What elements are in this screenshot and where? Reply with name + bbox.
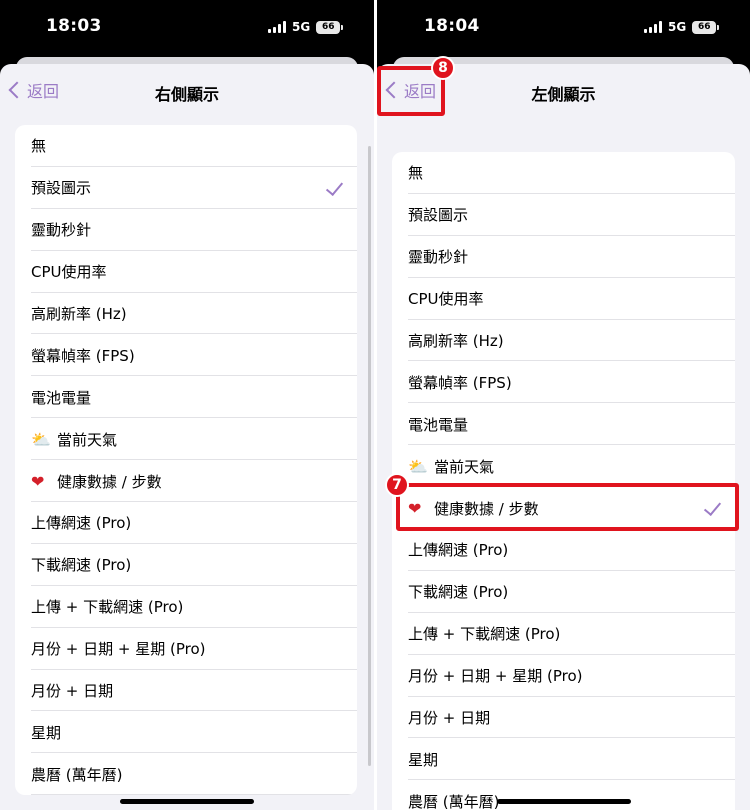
list-item[interactable]: ⛅ 當前天氣	[15, 418, 357, 461]
list-item-label: 月份 + 日期	[31, 682, 114, 701]
list-item[interactable]: 下載網速 (Pro)	[392, 571, 735, 613]
list-item-label: 健康數據 / 步數	[57, 472, 162, 491]
list-item[interactable]: ⛅ 當前天氣	[392, 445, 735, 488]
list-item-label: 高刷新率 (Hz)	[408, 332, 504, 350]
list-item[interactable]: 星期	[392, 738, 735, 781]
heart-icon: ❤	[31, 471, 45, 491]
home-indicator[interactable]	[120, 799, 254, 804]
list-item[interactable]: 靈動秒針	[15, 209, 357, 251]
scrollbar[interactable]	[368, 146, 371, 766]
list-item[interactable]: 農曆 (萬年曆)	[15, 753, 357, 796]
list-item[interactable]: 預設圖示	[15, 167, 357, 209]
checkmark-icon	[325, 177, 344, 196]
list-item-label: 螢幕幀率 (FPS)	[408, 373, 512, 392]
home-indicator[interactable]	[496, 799, 631, 804]
option-list: 無預設圖示靈動秒針 CPU使用率高刷新率 (Hz) 螢幕幀率 (FPS) 電池電量 ⛅ 當…	[15, 125, 357, 796]
list-item[interactable]: 下載網速 (Pro)	[15, 544, 357, 586]
sun-cloud-icon: ⛅	[408, 456, 428, 476]
list-item[interactable]: 月份 + 日期 + 星期 (Pro)	[15, 628, 357, 670]
page-title: 右側顯示	[154, 85, 219, 104]
list-item-label: 靈動秒針	[408, 248, 469, 267]
list-item-label: 電池電量	[408, 415, 469, 434]
option-list: 無預設圖示靈動秒針 CPU使用率高刷新率 (Hz) 螢幕幀率 (FPS) 電池電量 ⛅ 當…	[392, 152, 735, 810]
network-type: 5G	[292, 20, 311, 34]
list-item[interactable]: 上傳 + 下載網速 (Pro)	[15, 586, 357, 628]
heart-icon: ❤	[408, 498, 422, 518]
list-item-label: 月份 + 日期	[408, 709, 491, 728]
list-item[interactable]: 螢幕幀率 (FPS)	[15, 334, 357, 377]
list-item-label: 健康數據 / 步數	[434, 499, 539, 518]
list-item[interactable]: ❤ 健康數據 / 步數	[392, 487, 735, 529]
list-item-label: 預設圖示	[31, 179, 92, 198]
status-bar: 18:03 5G 66	[0, 0, 374, 58]
list-item-label: 星期	[31, 723, 62, 742]
list-item-label: 上傳 + 下載網速 (Pro)	[408, 625, 561, 644]
battery-level: 66	[692, 20, 717, 34]
list-item[interactable]: 上傳 + 下載網速 (Pro)	[392, 613, 735, 655]
list-item-label: 預設圖示	[408, 206, 469, 225]
list-item-label: 無	[31, 137, 47, 156]
list-item[interactable]: 高刷新率 (Hz)	[15, 293, 357, 335]
status-time: 18:03	[46, 16, 102, 36]
list-item-label: 星期	[408, 750, 439, 769]
list-item-label: 上傳 + 下載網速 (Pro)	[31, 598, 184, 617]
phone-screen-right: 18:04 5G 66 返回 左側顯示 無預設圖示 靈動秒針 CPU使用率 高刷新率 …	[377, 0, 750, 810]
list-item-label: 月份 + 日期 + 星期 (Pro)	[31, 640, 206, 659]
status-time: 18:04	[424, 16, 480, 36]
list-item-label: 電池電量	[31, 388, 92, 407]
list-item[interactable]: 靈動秒針	[392, 236, 735, 278]
list-item-label: CPU使用率	[408, 290, 484, 309]
list-item[interactable]: 月份 + 日期 + 星期 (Pro)	[392, 655, 735, 697]
list-item-label: 農曆 (萬年曆)	[408, 792, 500, 810]
network-type: 5G	[668, 20, 687, 34]
list-item-label: 下載網速 (Pro)	[31, 556, 132, 575]
battery-icon: 66	[316, 20, 344, 34]
list-item-label: 高刷新率 (Hz)	[31, 305, 127, 323]
list-item[interactable]: 星期	[15, 711, 357, 754]
list-item-label: 當前天氣	[434, 457, 495, 476]
list-item[interactable]: CPU使用率	[392, 278, 735, 320]
step-badge-row: 7	[385, 473, 409, 497]
page-title: 左側顯示	[531, 85, 596, 104]
list-item[interactable]: ❤ 健康數據 / 步數	[15, 460, 357, 502]
settings-sheet: 返回 左側顯示 無預設圖示 靈動秒針 CPU使用率 高刷新率 (Hz) 螢幕幀率 (FP…	[377, 64, 750, 810]
sun-cloud-icon: ⛅	[31, 429, 51, 449]
list-item-label: 月份 + 日期 + 星期 (Pro)	[408, 667, 583, 686]
list-item-label: 無	[408, 164, 424, 183]
list-item-label: CPU使用率	[31, 263, 107, 282]
phone-screen-left: 18:03 5G 66 返回 右側顯示 無預設圖示靈動秒針 CPU使用率高刷新率 …	[0, 0, 374, 810]
list-item[interactable]: 高刷新率 (Hz)	[392, 320, 735, 362]
list-item[interactable]: 月份 + 日期	[15, 670, 357, 712]
signal-icon	[644, 21, 662, 33]
signal-icon	[268, 21, 286, 33]
list-item-label: 上傳網速 (Pro)	[31, 514, 132, 533]
nav-bar: 返回 右側顯示	[0, 64, 374, 120]
status-bar: 18:04 5G 66	[377, 0, 750, 58]
list-item[interactable]: 預設圖示	[392, 194, 735, 236]
list-item[interactable]: 電池電量	[15, 376, 357, 419]
list-item-label: 靈動秒針	[31, 221, 92, 240]
list-item[interactable]: 電池電量	[392, 403, 735, 446]
list-item[interactable]: 無	[15, 125, 357, 167]
list-item[interactable]: 上傳網速 (Pro)	[392, 529, 735, 571]
list-item-label: 當前天氣	[57, 430, 118, 449]
battery-level: 66	[316, 20, 341, 34]
list-item[interactable]: 無	[392, 152, 735, 194]
battery-icon: 66	[692, 20, 720, 34]
list-item-label: 下載網速 (Pro)	[408, 583, 509, 602]
checkmark-icon	[703, 498, 722, 517]
list-item[interactable]: CPU使用率	[15, 251, 357, 293]
list-item[interactable]: 螢幕幀率 (FPS)	[392, 361, 735, 404]
status-indicators: 5G 66	[268, 20, 344, 34]
list-item-label: 螢幕幀率 (FPS)	[31, 346, 135, 365]
list-item-label: 上傳網速 (Pro)	[408, 541, 509, 560]
settings-sheet: 返回 右側顯示 無預設圖示靈動秒針 CPU使用率高刷新率 (Hz) 螢幕幀率 (FP…	[0, 64, 374, 810]
list-item[interactable]: 月份 + 日期	[392, 697, 735, 739]
status-indicators: 5G 66	[644, 20, 720, 34]
list-item[interactable]: 農曆 (萬年曆)	[392, 780, 735, 810]
list-item[interactable]: 上傳網速 (Pro)	[15, 502, 357, 544]
step-badge-back: 8	[431, 56, 455, 80]
list-item-label: 農曆 (萬年曆)	[31, 765, 123, 784]
